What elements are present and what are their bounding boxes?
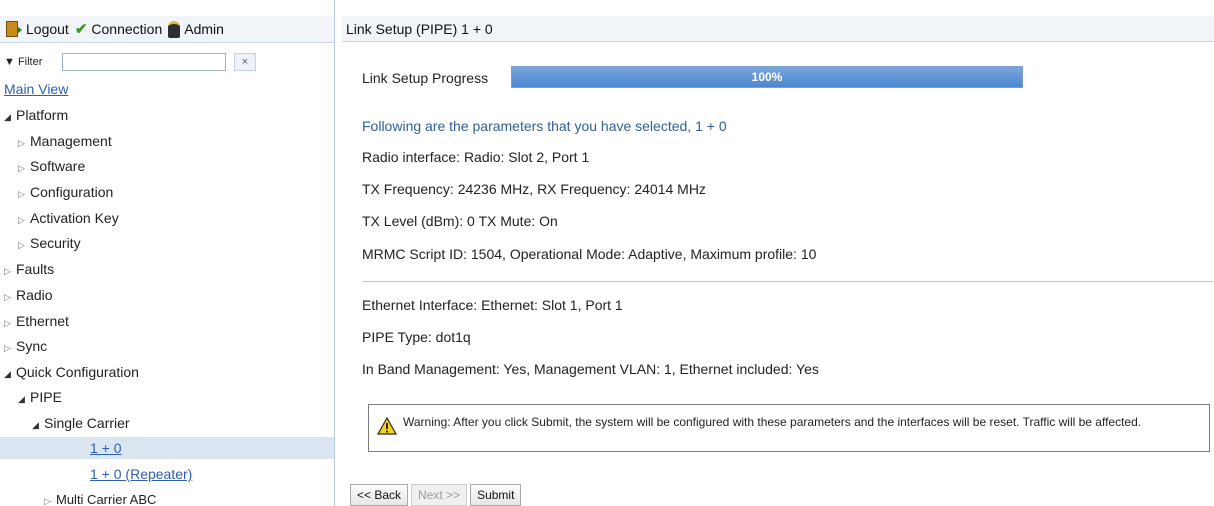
logout-label: Logout bbox=[26, 21, 69, 37]
tree-item-ethernet[interactable]: ▷ Ethernet bbox=[0, 310, 334, 332]
warning-message: Warning: After you click Submit, the sys… bbox=[403, 415, 1142, 429]
filter-input[interactable] bbox=[62, 53, 226, 71]
close-icon: × bbox=[241, 56, 249, 68]
expanded-arrow-icon: ◢ bbox=[18, 394, 25, 404]
navigation-sidebar: Logout ✔ Connection Admin ▼ Filter × Mai… bbox=[0, 0, 335, 506]
collapsed-arrow-icon: ▷ bbox=[18, 189, 25, 199]
tree-item-activation-key[interactable]: ▷ Activation Key bbox=[0, 207, 334, 229]
tree-item-label: Configuration bbox=[30, 184, 114, 200]
admin-button[interactable]: Admin bbox=[168, 20, 224, 38]
tree-item-label: Software bbox=[30, 158, 86, 174]
collapsed-arrow-icon: ▷ bbox=[44, 496, 51, 506]
tree-item-label: Quick Configuration bbox=[16, 364, 139, 380]
parameters-intro: Following are the parameters that you ha… bbox=[362, 118, 727, 134]
clear-filter-button[interactable]: × bbox=[234, 53, 256, 71]
frequency-text: TX Frequency: 24236 MHz, RX Frequency: 2… bbox=[362, 181, 706, 197]
progress-label: Link Setup Progress bbox=[362, 70, 489, 86]
tree-item-label: Activation Key bbox=[30, 210, 119, 226]
tree-item-sync[interactable]: ▷ Sync bbox=[0, 335, 334, 357]
tree-item-label: 1 + 0 bbox=[90, 440, 122, 456]
admin-label: Admin bbox=[184, 21, 224, 37]
logout-icon bbox=[6, 21, 22, 37]
tree-item-label: PIPE bbox=[30, 389, 62, 405]
progress-percent: 100% bbox=[751, 70, 783, 84]
tree-item-faults[interactable]: ▷ Faults bbox=[0, 258, 334, 280]
expanded-arrow-icon: ◢ bbox=[4, 112, 11, 122]
pipe-type-text: PIPE Type: dot1q bbox=[362, 329, 471, 345]
tree-item-management[interactable]: ▷ Management bbox=[0, 130, 334, 152]
back-button[interactable]: << Back bbox=[350, 484, 409, 506]
tree-item-label: Single Carrier bbox=[44, 415, 130, 431]
tree-item-label: 1 + 0 (Repeater) bbox=[90, 466, 193, 482]
collapsed-arrow-icon: ▷ bbox=[4, 318, 11, 328]
in-band-management-text: In Band Management: Yes, Management VLAN… bbox=[362, 361, 819, 377]
tree-item-label: Management bbox=[30, 133, 112, 149]
tree-item-multi-carrier-abc[interactable]: ▷ Multi Carrier ABC bbox=[0, 489, 334, 506]
checkmark-icon: ✔ bbox=[74, 21, 88, 38]
collapsed-arrow-icon: ▷ bbox=[18, 215, 25, 225]
collapsed-arrow-icon: ▷ bbox=[18, 163, 25, 173]
tree-item-platform[interactable]: ◢ Platform bbox=[0, 104, 334, 126]
filter-label: Filter bbox=[17, 56, 43, 68]
connection-label: Connection bbox=[91, 21, 163, 37]
tx-level-text: TX Level (dBm): 0 TX Mute: On bbox=[362, 213, 558, 229]
tree-item-label: Multi Carrier ABC bbox=[56, 492, 157, 506]
filter-toggle[interactable]: ▼ Filter bbox=[4, 56, 62, 68]
collapsed-arrow-icon: ▷ bbox=[4, 266, 11, 276]
tree-item-label: Ethernet bbox=[16, 313, 69, 329]
sidebar-toolbar: Logout ✔ Connection Admin bbox=[0, 16, 334, 43]
tree-item-label: Radio bbox=[16, 287, 53, 303]
submit-button[interactable]: Submit bbox=[470, 484, 522, 506]
warning-box: Warning: After you click Submit, the sys… bbox=[368, 404, 1210, 452]
tree-item-label: Sync bbox=[16, 338, 48, 354]
tree-item-software[interactable]: ▷ Software bbox=[0, 155, 334, 177]
expanded-arrow-icon: ◢ bbox=[4, 369, 11, 379]
filter-bar: ▼ Filter × bbox=[0, 52, 334, 72]
expanded-arrow-icon: ◢ bbox=[32, 420, 39, 430]
triangle-down-icon: ▼ bbox=[4, 56, 15, 68]
collapsed-arrow-icon: ▷ bbox=[18, 240, 25, 250]
collapsed-arrow-icon: ▷ bbox=[4, 343, 11, 353]
page-title: Link Setup (PIPE) 1 + 0 bbox=[342, 16, 1214, 42]
tree-item-label: Security bbox=[30, 235, 81, 251]
logout-button[interactable]: Logout bbox=[6, 21, 69, 37]
tree-item-security[interactable]: ▷ Security bbox=[0, 232, 334, 254]
tree-item-label: Platform bbox=[16, 107, 69, 123]
warning-icon bbox=[377, 417, 397, 435]
user-icon bbox=[168, 20, 181, 38]
wizard-buttons: << Back Next >> Submit bbox=[350, 484, 524, 506]
tree-item-radio[interactable]: ▷ Radio bbox=[0, 284, 334, 306]
connection-button[interactable]: ✔ Connection bbox=[75, 20, 162, 38]
collapsed-arrow-icon: ▷ bbox=[4, 292, 11, 302]
collapsed-arrow-icon: ▷ bbox=[18, 138, 25, 148]
ethernet-interface-text: Ethernet Interface: Ethernet: Slot 1, Po… bbox=[362, 297, 623, 313]
tree-item-pipe[interactable]: ◢ PIPE bbox=[0, 386, 334, 408]
tree-item-main-view[interactable]: Main View bbox=[0, 78, 334, 100]
next-button[interactable]: Next >> bbox=[411, 484, 468, 506]
link-setup-progress-bar: 100% bbox=[511, 66, 1023, 88]
tree-item-quick-configuration[interactable]: ◢ Quick Configuration bbox=[0, 361, 334, 383]
tree-item-configuration[interactable]: ▷ Configuration bbox=[0, 181, 334, 203]
tree-item-single-carrier[interactable]: ◢ Single Carrier bbox=[0, 412, 334, 434]
tree-item-1-plus-0-repeater[interactable]: 1 + 0 (Repeater) bbox=[0, 463, 334, 485]
radio-interface-text: Radio interface: Radio: Slot 2, Port 1 bbox=[362, 149, 590, 165]
section-divider bbox=[362, 281, 1214, 282]
tree-item-label: Faults bbox=[16, 261, 55, 277]
mrmc-text: MRMC Script ID: 1504, Operational Mode: … bbox=[362, 246, 817, 262]
tree-item-label: Main View bbox=[4, 81, 69, 97]
tree-item-1-plus-0[interactable]: 1 + 0 bbox=[0, 437, 334, 459]
